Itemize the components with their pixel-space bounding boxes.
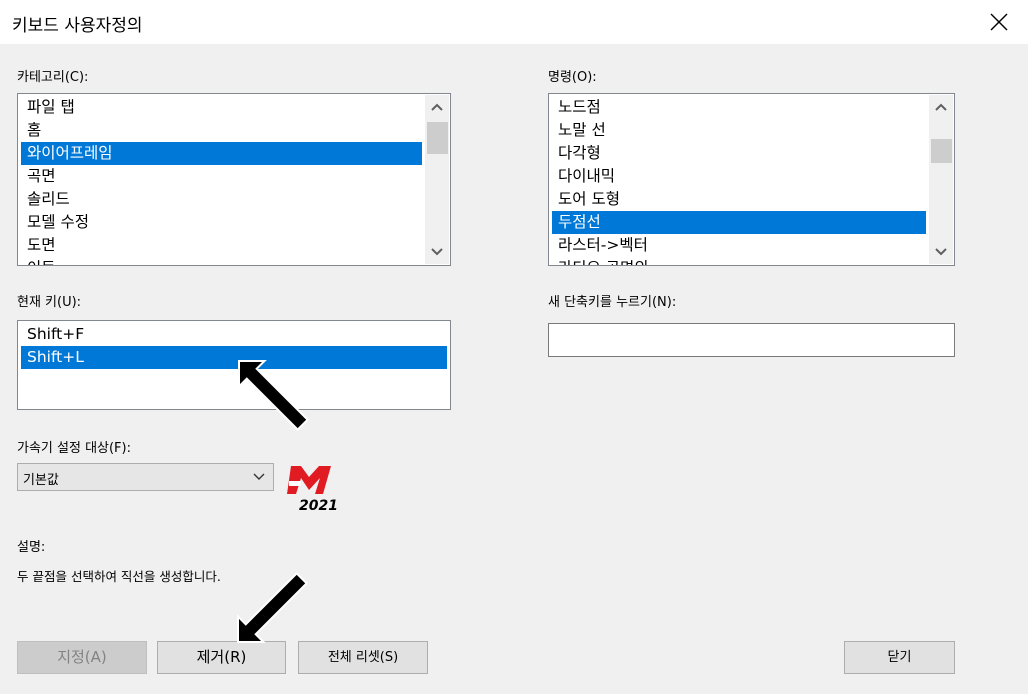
current-keys-label: 현재 키(U):	[17, 295, 82, 310]
window-title: 키보드 사용자정의	[12, 16, 143, 36]
accelerator-dropdown[interactable]: 기본값	[17, 463, 274, 491]
category-list-item[interactable]: 솔리드	[21, 188, 422, 211]
category-list[interactable]: 파일 탭홈와이어프레임곡면솔리드모델 수정도면이동	[17, 93, 451, 266]
annotation-arrow-icon	[237, 571, 309, 643]
category-list-item[interactable]: 도면	[21, 234, 422, 257]
category-scroll-thumb[interactable]	[427, 122, 448, 154]
category-list-item[interactable]: 파일 탭	[21, 96, 422, 119]
command-label: 명령(O):	[548, 70, 597, 85]
reset-all-button[interactable]: 전체 리셋(S)	[298, 641, 428, 674]
close-icon[interactable]	[986, 9, 1012, 35]
command-list-item[interactable]: 다각형	[552, 142, 926, 165]
current-keys-list-item[interactable]: Shift+F	[21, 323, 447, 346]
command-list[interactable]: 노드점노말 선다각형다이내믹도어 도형두점선라스터->벡터라디오 곡면의	[548, 93, 955, 266]
category-label: 카테고리(C):	[17, 70, 89, 85]
command-list-item[interactable]: 라디오 곡면의	[552, 257, 926, 265]
close-button[interactable]: 닫기	[844, 641, 955, 674]
category-list-item[interactable]: 곡면	[21, 165, 422, 188]
command-list-item[interactable]: 노말 선	[552, 119, 926, 142]
logo-year: 2021	[299, 498, 337, 512]
scroll-up-icon[interactable]	[929, 96, 953, 118]
annotation-arrow-icon	[238, 360, 310, 432]
accelerator-value: 기본값	[23, 473, 59, 488]
description-text: 두 끝점을 선택하여 직선을 생성합니다.	[17, 569, 221, 584]
assign-button[interactable]: 지정(A)	[17, 641, 147, 674]
scroll-down-icon[interactable]	[929, 241, 953, 263]
title-bar: 키보드 사용자정의	[0, 0, 1028, 44]
command-scroll-thumb[interactable]	[931, 139, 952, 163]
category-scrollbar[interactable]	[425, 95, 449, 264]
command-list-item[interactable]: 도어 도형	[552, 188, 926, 211]
scroll-down-icon[interactable]	[425, 241, 449, 263]
new-shortcut-input[interactable]	[548, 323, 955, 357]
mastercam-logo: 2021	[287, 466, 337, 512]
description-label: 설명:	[17, 540, 46, 555]
category-list-item[interactable]: 모델 수정	[21, 211, 422, 234]
command-list-item[interactable]: 노드점	[552, 96, 926, 119]
command-list-item[interactable]: 다이내믹	[552, 165, 926, 188]
category-list-item[interactable]: 이동	[21, 257, 422, 265]
chevron-down-icon	[253, 473, 265, 480]
command-list-item[interactable]: 라스터->벡터	[552, 234, 926, 257]
command-list-item[interactable]: 두점선	[552, 211, 926, 234]
scroll-up-icon[interactable]	[425, 96, 449, 118]
command-scrollbar[interactable]	[929, 95, 953, 264]
category-list-item[interactable]: 홈	[21, 119, 422, 142]
new-shortcut-label: 새 단축키를 누르기(N):	[548, 295, 677, 310]
accelerator-label: 가속기 설정 대상(F):	[17, 441, 131, 456]
category-list-item[interactable]: 와이어프레임	[21, 142, 422, 165]
